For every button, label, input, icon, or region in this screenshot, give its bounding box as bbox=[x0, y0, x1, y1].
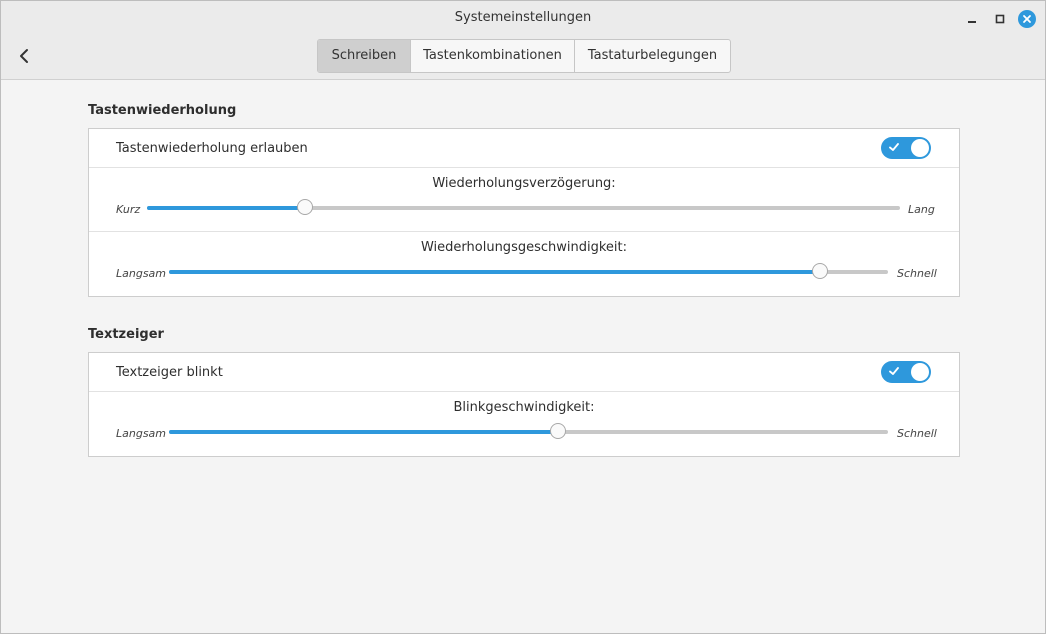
back-button[interactable] bbox=[13, 45, 35, 67]
tab-bar: Schreiben Tastenkombinationen Tastaturbe… bbox=[317, 39, 731, 73]
repeat-speed-row: Wiederholungsgeschwindigkeit: Langsam Sc… bbox=[89, 232, 959, 296]
repeat-delay-max-label: Lang bbox=[908, 203, 935, 216]
cursor-panel: Textzeiger blinkt Blinkgeschwindigkeit: … bbox=[88, 352, 960, 457]
repeat-delay-slider[interactable] bbox=[147, 199, 900, 215]
repeat-speed-slider[interactable] bbox=[169, 263, 888, 279]
tab-tastaturbelegungen[interactable]: Tastaturbelegungen bbox=[575, 40, 730, 72]
minimize-button[interactable] bbox=[963, 10, 981, 28]
repeat-allow-label: Tastenwiederholung erlauben bbox=[116, 141, 308, 156]
repeat-delay-caption: Wiederholungsverzögerung: bbox=[432, 176, 616, 191]
maximize-button[interactable] bbox=[991, 10, 1009, 28]
repeat-speed-max-label: Schnell bbox=[897, 267, 937, 280]
close-icon bbox=[1023, 15, 1031, 23]
repeat-allow-row: Tastenwiederholung erlauben bbox=[89, 129, 959, 168]
check-icon bbox=[889, 367, 899, 375]
cursor-blink-label: Textzeiger blinkt bbox=[116, 365, 223, 380]
blink-speed-slider[interactable] bbox=[169, 423, 888, 439]
slider-fill bbox=[169, 430, 558, 434]
repeat-allow-switch[interactable] bbox=[881, 137, 931, 159]
slider-thumb[interactable] bbox=[549, 423, 566, 439]
maximize-icon bbox=[995, 14, 1005, 24]
check-icon bbox=[889, 143, 899, 151]
header-bar: Systemeinstellungen Schreiben Tastenkomb… bbox=[1, 1, 1045, 80]
slider-thumb[interactable] bbox=[297, 199, 314, 215]
minimize-icon bbox=[968, 21, 976, 23]
cursor-blink-row: Textzeiger blinkt bbox=[89, 353, 959, 392]
section-heading-repeat: Tastenwiederholung bbox=[88, 103, 237, 118]
close-button[interactable] bbox=[1018, 10, 1036, 28]
tab-schreiben[interactable]: Schreiben bbox=[318, 40, 411, 72]
repeat-delay-min-label: Kurz bbox=[116, 203, 141, 216]
slider-fill bbox=[169, 270, 821, 274]
settings-window: Systemeinstellungen Schreiben Tastenkomb… bbox=[0, 0, 1046, 634]
blink-speed-min-label: Langsam bbox=[116, 427, 167, 440]
chevron-left-icon bbox=[20, 49, 28, 63]
switch-knob bbox=[911, 363, 929, 381]
blink-speed-row: Blinkgeschwindigkeit: Langsam Schnell bbox=[89, 392, 959, 456]
tab-tastenkombinationen[interactable]: Tastenkombinationen bbox=[411, 40, 575, 72]
window-title: Systemeinstellungen bbox=[454, 10, 592, 25]
repeat-speed-caption: Wiederholungsgeschwindigkeit: bbox=[420, 240, 627, 255]
slider-thumb[interactable] bbox=[812, 263, 829, 279]
repeat-delay-row: Wiederholungsverzögerung: Kurz Lang bbox=[89, 168, 959, 232]
blink-speed-max-label: Schnell bbox=[897, 427, 937, 440]
switch-knob bbox=[911, 139, 929, 157]
blink-speed-caption: Blinkgeschwindigkeit: bbox=[453, 400, 595, 415]
repeat-speed-min-label: Langsam bbox=[116, 267, 167, 280]
repeat-panel: Tastenwiederholung erlauben Wiederholung… bbox=[88, 128, 960, 297]
cursor-blink-switch[interactable] bbox=[881, 361, 931, 383]
section-heading-cursor: Textzeiger bbox=[88, 327, 164, 342]
slider-fill bbox=[147, 206, 306, 210]
